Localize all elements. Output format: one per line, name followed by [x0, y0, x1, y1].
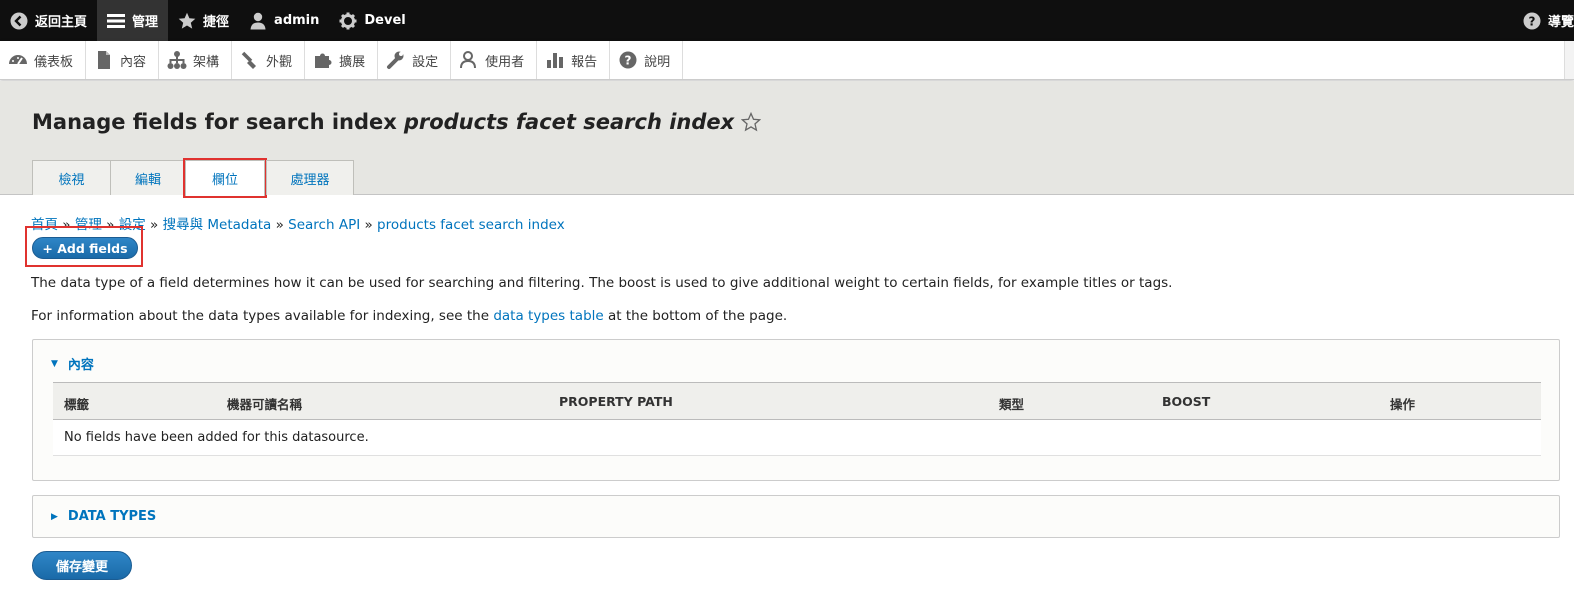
user-icon — [249, 12, 267, 30]
back-to-site-label: 返回主頁 — [35, 15, 88, 30]
help-icon: ? — [618, 50, 638, 70]
tray-item-content[interactable]: 內容 — [86, 41, 160, 79]
column-property-path: PROPERTY PATH — [559, 394, 673, 409]
svg-text:?: ? — [1529, 14, 1536, 28]
tray-item-label: 使用者 — [485, 54, 525, 70]
svg-text:?: ? — [625, 54, 632, 68]
column-operations: 操作 — [1390, 397, 1416, 412]
tray-orientation-toggle[interactable] — [1564, 41, 1574, 79]
question-icon: ? — [1523, 12, 1541, 30]
data-types-panel: ▶ DATA TYPES — [32, 495, 1560, 538]
shortcuts-label: 捷徑 — [203, 15, 230, 30]
tab-label: 檢視 — [58, 172, 85, 188]
breadcrumb-separator: » — [364, 217, 373, 233]
help-tour-button[interactable]: ? 導覽 — [1513, 0, 1574, 41]
description-text: The data type of a field determines how … — [31, 275, 1173, 291]
collapsed-triangle-icon: ▶ — [51, 511, 58, 522]
data-types-title: DATA TYPES — [67, 509, 157, 524]
page-title-index-name: products facet search index — [403, 110, 735, 134]
manage-tab[interactable]: 管理 — [97, 0, 169, 41]
data-types-table-link[interactable]: data types table — [493, 308, 603, 324]
table-header: 標籤 機器可讀名稱 PROPERTY PATH 類型 BOOST 操作 — [53, 382, 1541, 420]
paintbrush-icon — [240, 50, 260, 70]
tab-view[interactable]: 檢視 — [32, 160, 111, 195]
breadcrumb-separator: » — [275, 217, 284, 233]
admin-menu-tray: 儀表板 內容 架構 外觀 擴展 設定 使用者 報告 ? 說明 — [0, 41, 1574, 80]
breadcrumb-search-metadata[interactable]: 搜尋與 Metadata — [163, 217, 272, 233]
manage-label: 管理 — [132, 15, 159, 30]
dashboard-icon — [8, 50, 28, 70]
hamburger-icon — [107, 12, 126, 30]
empty-message: No fields have been added for this datas… — [64, 430, 369, 445]
puzzle-icon — [313, 50, 333, 70]
tray-item-label: 外觀 — [266, 54, 293, 70]
tray-item-people[interactable]: 使用者 — [451, 41, 538, 79]
content-datasource-panel: ▼ 內容 標籤 機器可讀名稱 PROPERTY PATH 類型 BOOST 操作… — [32, 339, 1560, 481]
table-empty-row: No fields have been added for this datas… — [53, 420, 1541, 456]
tab-label: 欄位 — [211, 173, 238, 188]
tab-label: 處理器 — [290, 172, 330, 188]
tray-item-appearance[interactable]: 外觀 — [232, 41, 306, 79]
tab-label: 編輯 — [134, 172, 161, 188]
save-changes-button[interactable]: 儲存變更 — [32, 551, 132, 580]
tray-item-help[interactable]: ? 說明 — [610, 41, 684, 79]
tray-item-label: 報告 — [571, 54, 598, 70]
column-machine-name: 機器可讀名稱 — [227, 397, 303, 412]
star-icon — [178, 12, 196, 30]
people-icon — [459, 50, 479, 70]
column-boost: BOOST — [1162, 394, 1211, 409]
tray-item-extend[interactable]: 擴展 — [305, 41, 379, 79]
shortcuts-tab[interactable]: 捷徑 — [168, 0, 239, 41]
wrench-icon — [386, 50, 406, 70]
column-label: 標籤 — [64, 397, 90, 412]
info-suffix: at the bottom of the page. — [608, 308, 788, 324]
shortcut-star-icon[interactable] — [741, 112, 762, 132]
tray-item-configuration[interactable]: 設定 — [378, 41, 452, 79]
primary-tabs: 檢視 編輯 欄位 處理器 — [32, 158, 354, 198]
document-icon — [94, 50, 114, 70]
info-prefix: For information about the data types ava… — [31, 308, 490, 324]
tray-item-label: 儀表板 — [34, 54, 74, 70]
devel-tab[interactable]: Devel — [329, 0, 415, 41]
tray-item-label: 說明 — [644, 54, 671, 70]
tray-item-reports[interactable]: 報告 — [537, 41, 611, 79]
breadcrumb-index[interactable]: products facet search index — [377, 217, 565, 233]
breadcrumb-separator: » — [150, 217, 159, 233]
fields-table: 標籤 機器可讀名稱 PROPERTY PATH 類型 BOOST 操作 No f… — [53, 382, 1541, 456]
page-title: Manage fields for search index products … — [32, 110, 762, 134]
data-types-panel-summary[interactable]: ▶ DATA TYPES — [51, 509, 156, 524]
data-types-info: For information about the data types ava… — [31, 308, 787, 324]
content-panel-summary[interactable]: ▼ 內容 — [51, 354, 94, 373]
column-type: 類型 — [999, 397, 1025, 412]
bar-chart-icon — [545, 50, 565, 70]
breadcrumb-search-api[interactable]: Search API — [288, 217, 360, 233]
tab-fields[interactable]: 欄位 — [183, 158, 267, 198]
tray-item-label: 設定 — [412, 54, 439, 70]
admin-toolbar: 返回主頁 管理 捷徑 admin Devel ? 導覽 — [0, 0, 1574, 41]
tray-item-label: 架構 — [193, 54, 220, 70]
tray-item-dashboard[interactable]: 儀表板 — [0, 41, 87, 79]
user-tab[interactable]: admin — [239, 0, 329, 41]
tray-item-label: 擴展 — [339, 54, 366, 70]
structure-icon — [167, 50, 187, 70]
tray-item-label: 內容 — [120, 54, 147, 70]
add-fields-highlight: + Add fields — [25, 226, 143, 267]
tab-processors[interactable]: 處理器 — [266, 160, 354, 195]
add-fields-button[interactable]: + Add fields — [32, 237, 138, 259]
page-header: Manage fields for search index products … — [0, 81, 1574, 198]
back-to-site-link[interactable]: 返回主頁 — [0, 0, 97, 41]
user-label: admin — [274, 13, 320, 28]
help-tour-label: 導覽 — [1547, 15, 1574, 30]
back-arrow-icon — [10, 12, 28, 30]
tray-item-structure[interactable]: 架構 — [159, 41, 233, 79]
content-panel-title: 內容 — [67, 358, 94, 373]
expanded-triangle-icon: ▼ — [51, 358, 58, 369]
devel-label: Devel — [364, 13, 406, 28]
page-title-text: Manage fields for search index — [32, 110, 397, 134]
tab-edit[interactable]: 編輯 — [110, 160, 186, 195]
gear-icon — [339, 12, 357, 30]
